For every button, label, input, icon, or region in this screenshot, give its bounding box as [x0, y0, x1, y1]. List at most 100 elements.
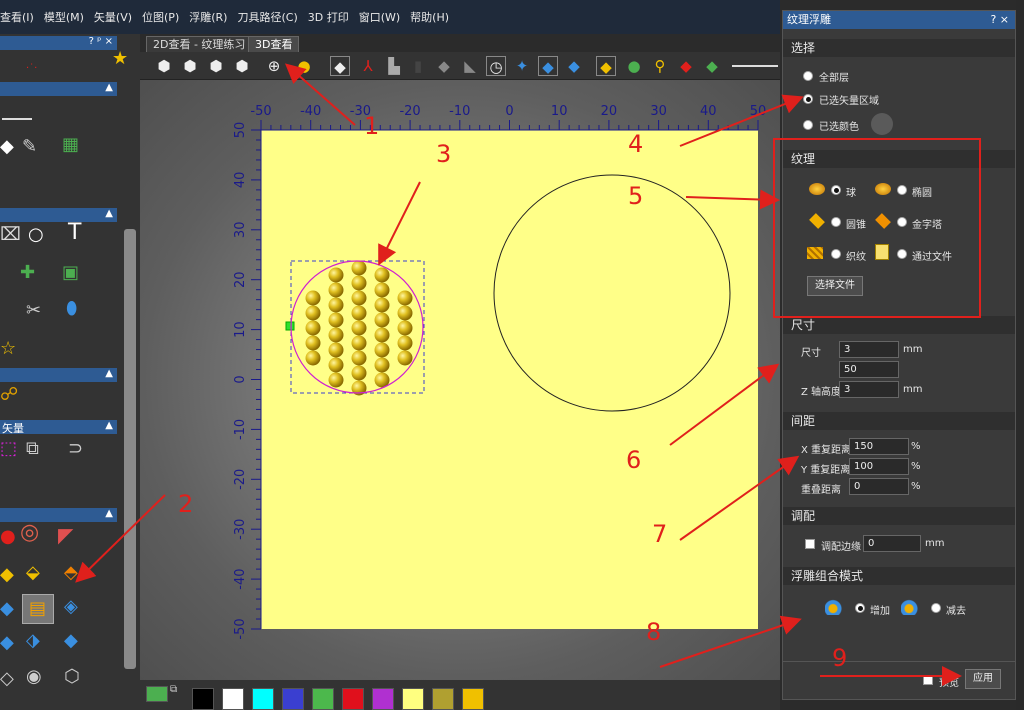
- zoom-icon[interactable]: ⊕: [264, 56, 284, 76]
- z-height-input[interactable]: 3: [839, 381, 899, 398]
- size-input[interactable]: 3: [839, 341, 899, 358]
- relief-tool-5-icon[interactable]: ⬙: [26, 564, 40, 582]
- search-relief-icon[interactable]: ⚲: [650, 56, 670, 76]
- overlap-input[interactable]: 0: [849, 478, 909, 495]
- fit-edge-checkbox[interactable]: [805, 539, 815, 549]
- material-icon[interactable]: ▙: [384, 56, 404, 76]
- rect-tool-icon[interactable]: ⌧: [0, 226, 21, 244]
- relief-tool-15-icon[interactable]: ⬡: [64, 668, 80, 686]
- y-repeat-input[interactable]: 100: [849, 458, 909, 475]
- menu-toolpath[interactable]: 刀具路径(C): [237, 9, 297, 25]
- radio-combine-add[interactable]: [855, 603, 865, 613]
- tool-icon[interactable]: ▮: [408, 56, 428, 76]
- plus-tool-icon[interactable]: ✚: [20, 264, 35, 282]
- menu-help[interactable]: 帮助(H): [410, 9, 449, 25]
- menu-3d-print[interactable]: 3D 打印: [308, 9, 349, 25]
- swatch-white[interactable]: [222, 688, 244, 710]
- relief-tool-1-icon[interactable]: ●: [0, 528, 16, 546]
- color-add-icon[interactable]: ▦: [62, 136, 79, 154]
- swatch-primary[interactable]: [146, 686, 168, 702]
- relief-tool-3-icon[interactable]: ◤: [58, 525, 73, 545]
- node-edit-icon[interactable]: ☍: [0, 386, 18, 404]
- menu-view[interactable]: 查看(I): [0, 9, 34, 25]
- relief-tool-6-icon[interactable]: ⬘: [64, 564, 78, 582]
- layer-view-icon[interactable]: ◆: [538, 56, 558, 76]
- swatch-red[interactable]: [342, 688, 364, 710]
- panel-controls[interactable]: ? ᵖ ×: [89, 36, 113, 47]
- view-side-icon[interactable]: ⬢: [206, 56, 226, 76]
- swatch-olive[interactable]: [432, 688, 454, 710]
- collapse-icon[interactable]: ▲: [105, 208, 113, 219]
- circle-tool-icon[interactable]: ○: [28, 226, 44, 244]
- relief-tool-2-icon[interactable]: ◎: [20, 522, 39, 544]
- relief-tool-13-icon[interactable]: ◇: [0, 670, 14, 688]
- group-icon[interactable]: ⧉: [26, 440, 39, 458]
- dialog-title-controls[interactable]: ? ×: [990, 11, 1009, 29]
- fit-edge-input[interactable]: 0: [863, 535, 921, 552]
- scissors-icon[interactable]: ✂: [26, 302, 41, 320]
- star-icon[interactable]: ★: [112, 50, 128, 68]
- grid-tool-icon[interactable]: ▣: [62, 264, 79, 282]
- relief-tool-4-icon[interactable]: ◆: [0, 566, 14, 584]
- model-toggle-icon[interactable]: ◆: [330, 56, 350, 76]
- collapse-icon[interactable]: ▲: [105, 420, 113, 431]
- menu-bitmap[interactable]: 位图(P): [142, 9, 179, 25]
- swatch-black[interactable]: [192, 688, 214, 710]
- preview-checkbox[interactable]: [923, 675, 933, 685]
- view-iso-icon[interactable]: ⬢: [154, 56, 174, 76]
- tab-2d-view[interactable]: 2D查看 - 纹理练习: [146, 36, 253, 52]
- relief-tool-9-icon[interactable]: ◈: [64, 598, 78, 616]
- swatch-green[interactable]: [312, 688, 334, 710]
- axis-icon[interactable]: ⅄: [358, 56, 378, 76]
- menu-window[interactable]: 窗口(W): [359, 9, 400, 25]
- swap-colors-icon[interactable]: ⧉: [170, 684, 177, 695]
- menu-relief[interactable]: 浮雕(R): [189, 9, 227, 25]
- eyedropper-icon[interactable]: ✎: [22, 138, 37, 156]
- collapse-icon[interactable]: ▲: [105, 508, 113, 519]
- radio-combine-subtract[interactable]: [931, 603, 941, 613]
- layer-red-view-icon[interactable]: ◆: [564, 56, 584, 76]
- relief-tool-7-icon[interactable]: ◆: [0, 600, 14, 618]
- 3d-viewport[interactable]: -50 -40 -30 -20 -10 0 10 20 30 40 50 50 40 30 20 10 0 -1…: [140, 80, 780, 680]
- view-front-icon[interactable]: ⬢: [180, 56, 200, 76]
- texture-relief-tool-button[interactable]: ▤: [22, 594, 54, 624]
- swatch-cyan[interactable]: [252, 688, 274, 710]
- swatch-light-yellow[interactable]: [402, 688, 424, 710]
- green-shape-icon[interactable]: ●: [624, 56, 644, 76]
- radio-selected-vectors[interactable]: [803, 94, 813, 104]
- collapse-icon[interactable]: ▲: [105, 368, 113, 379]
- swatch-blue[interactable]: [282, 688, 304, 710]
- relief-shade-icon[interactable]: ◆: [434, 56, 454, 76]
- text-tool-icon[interactable]: T: [68, 222, 81, 244]
- select-tool-icon[interactable]: ◆: [0, 138, 14, 156]
- toolpath-shade-icon[interactable]: ◣: [460, 56, 480, 76]
- align-icon[interactable]: ⬚: [0, 440, 17, 458]
- size-secondary-input[interactable]: 50: [839, 361, 899, 378]
- color-picker-swatch[interactable]: [871, 113, 893, 135]
- relief-tool-12-icon[interactable]: ◆: [64, 632, 78, 650]
- slider-track[interactable]: [732, 65, 778, 67]
- offset-icon[interactable]: ⊃: [68, 440, 83, 458]
- view-top-icon[interactable]: ⬢: [232, 56, 252, 76]
- menu-model[interactable]: 模型(M): [44, 9, 84, 25]
- star-shape-icon[interactable]: ☆: [0, 340, 16, 358]
- swatch-purple[interactable]: [372, 688, 394, 710]
- light-bulb-icon[interactable]: ●: [294, 56, 314, 76]
- selection-handle[interactable]: [285, 321, 295, 331]
- radio-all-layers[interactable]: [803, 71, 813, 81]
- apply-button[interactable]: 应用: [965, 669, 1001, 689]
- radio-selected-color[interactable]: [803, 120, 813, 130]
- node-icon[interactable]: ·˙·: [26, 60, 37, 78]
- star-view-icon[interactable]: ✦: [512, 56, 532, 76]
- menu-vector[interactable]: 矢量(V): [94, 9, 132, 25]
- panel-scrollbar[interactable]: [124, 229, 136, 669]
- x-repeat-input[interactable]: 150: [849, 438, 909, 455]
- rainbow-relief-icon[interactable]: ◆: [676, 56, 696, 76]
- relief-tool-11-icon[interactable]: ⬗: [26, 632, 40, 650]
- weld-icon[interactable]: ⬮: [66, 300, 77, 318]
- layered-relief-icon[interactable]: ◆: [702, 56, 722, 76]
- yellow-relief-icon[interactable]: ◆: [596, 56, 616, 76]
- relief-tool-14-icon[interactable]: ◉: [26, 668, 42, 686]
- swatch-gold[interactable]: [462, 688, 484, 710]
- clock-view-icon[interactable]: ◷: [486, 56, 506, 76]
